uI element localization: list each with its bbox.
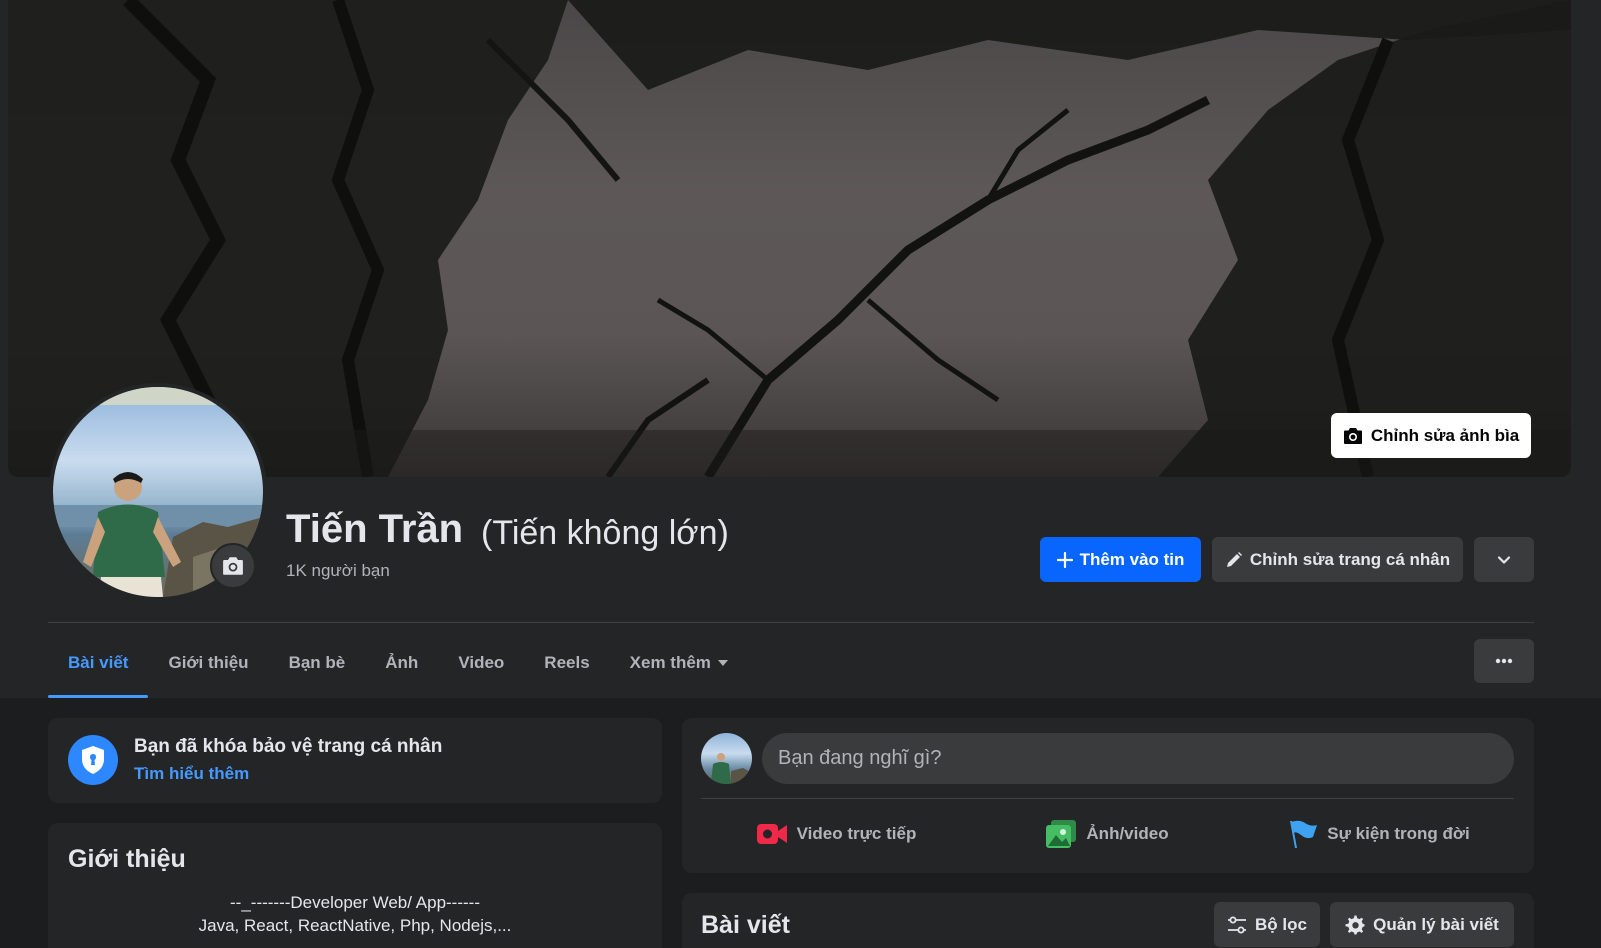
edit-cover-button[interactable]: Chỉnh sửa ảnh bìa <box>1331 413 1531 458</box>
live-video-button[interactable]: Video trực tiếp <box>701 806 972 861</box>
post-composer: Video trực tiếp Ảnh/video Sự kiện trong … <box>682 718 1534 873</box>
tab-label: Bài viết <box>68 652 129 672</box>
add-to-story-label: Thêm vào tin <box>1079 549 1185 569</box>
bio-line: Java, React, ReactNative, Php, Nodejs,..… <box>198 916 512 935</box>
composer-input[interactable] <box>762 733 1514 784</box>
gear-icon <box>1345 915 1365 934</box>
photo-video-label: Ảnh/video <box>1086 823 1169 843</box>
flag-icon <box>1290 820 1318 848</box>
plus-icon <box>1056 551 1073 568</box>
profile-lock-card: Bạn đã khóa bảo vệ trang cá nhân Tìm hiể… <box>48 718 662 803</box>
ellipsis-icon <box>1495 658 1513 664</box>
edit-cover-label: Chỉnh sửa ảnh bìa <box>1370 425 1520 445</box>
tab-see-more[interactable]: Xem thêm <box>610 627 749 698</box>
profile-page: Chỉnh sửa ảnh bìa Tiến Trần (Tiến không … <box>0 0 1601 948</box>
composer-avatar[interactable] <box>701 733 752 784</box>
profile-tabs: Bài viết Giới thiệu Bạn bè Ảnh Video Ree… <box>48 627 749 698</box>
tab-videos[interactable]: Video <box>438 627 524 698</box>
profile-alternate-name: (Tiến không lớn) <box>481 514 729 552</box>
tab-label: Video <box>458 652 505 672</box>
life-event-label: Sự kiện trong đời <box>1327 823 1470 843</box>
learn-more-link[interactable]: Tìm hiểu thêm <box>134 764 249 784</box>
update-avatar-button[interactable] <box>210 543 256 589</box>
tab-friends[interactable]: Bạn bè <box>269 627 366 698</box>
composer-actions: Video trực tiếp Ảnh/video Sự kiện trong … <box>701 806 1514 861</box>
manage-posts-button[interactable]: Quản lý bài viết <box>1330 902 1514 947</box>
posts-card: Bài viết Bộ lọc Quản lý bài viết <box>682 893 1534 948</box>
manage-posts-label: Quản lý bài viết <box>1373 914 1499 934</box>
friends-count[interactable]: 1K người bạn <box>286 561 390 581</box>
avatar-photo <box>711 753 752 784</box>
add-to-story-button[interactable]: Thêm vào tin <box>1040 537 1201 582</box>
edit-profile-label: Chỉnh sửa trang cá nhân <box>1249 549 1451 569</box>
sliders-icon <box>1228 916 1247 933</box>
camera-icon <box>223 557 243 575</box>
edit-profile-button[interactable]: Chỉnh sửa trang cá nhân <box>1212 537 1463 582</box>
life-event-button[interactable]: Sự kiện trong đời <box>1243 806 1514 861</box>
tab-posts[interactable]: Bài viết <box>48 627 149 698</box>
pencil-icon <box>1226 551 1242 567</box>
bio-line: --_-------Developer Web/ App------ <box>230 893 480 912</box>
filter-label: Bộ lọc <box>1255 914 1307 934</box>
intro-card: Giới thiệu --_-------Developer Web/ App-… <box>48 823 662 948</box>
cover-tree-silhouettes <box>8 0 1571 477</box>
filter-button[interactable]: Bộ lọc <box>1214 902 1320 947</box>
tab-label: Ảnh <box>385 652 419 672</box>
tab-label: Xem thêm <box>629 652 711 672</box>
cover-photo[interactable] <box>8 0 1571 477</box>
tab-photos[interactable]: Ảnh <box>365 627 438 698</box>
tab-about[interactable]: Giới thiệu <box>148 627 268 698</box>
shield-icon <box>68 735 118 785</box>
camera-icon <box>1343 427 1362 444</box>
chevron-down-icon <box>1497 555 1511 564</box>
intro-bio: --_-------Developer Web/ App------ Java,… <box>48 891 662 937</box>
profile-name: Tiến Trần <box>286 507 464 551</box>
lock-notice-title: Bạn đã khóa bảo vệ trang cá nhân <box>134 736 443 757</box>
photo-icon <box>1046 819 1077 848</box>
live-video-label: Video trực tiếp <box>796 823 917 843</box>
tab-label: Giới thiệu <box>168 652 249 672</box>
caret-down-icon <box>717 659 728 666</box>
photo-video-button[interactable]: Ảnh/video <box>972 806 1243 861</box>
posts-title: Bài viết <box>701 911 790 939</box>
profile-more-button[interactable] <box>1474 537 1534 582</box>
header-divider <box>48 622 1534 623</box>
intro-title: Giới thiệu <box>68 845 186 873</box>
composer-divider <box>701 798 1514 799</box>
tab-reels[interactable]: Reels <box>524 627 609 698</box>
tab-label: Bạn bè <box>288 652 346 672</box>
tabs-more-options-button[interactable] <box>1474 639 1534 683</box>
tab-label: Reels <box>544 652 590 672</box>
live-video-icon <box>756 823 787 844</box>
